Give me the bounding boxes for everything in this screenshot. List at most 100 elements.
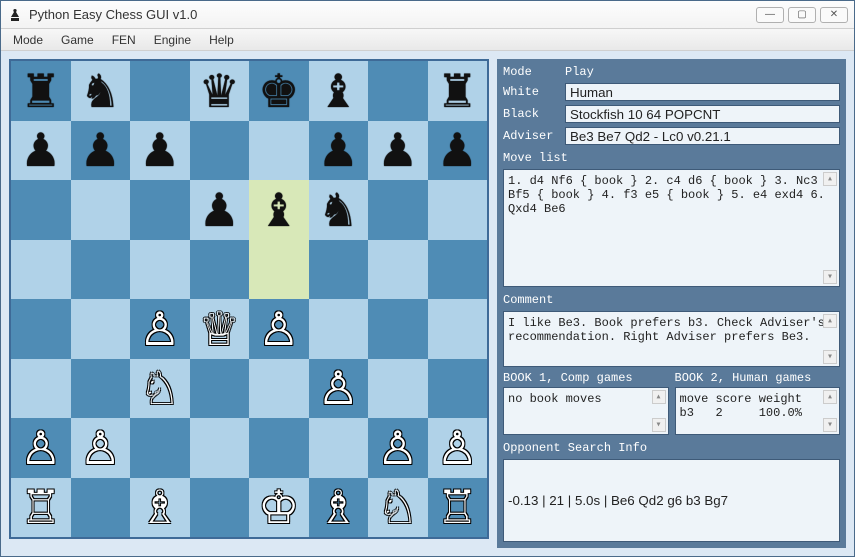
titlebar: Python Easy Chess GUI v1.0 — ▢ ✕ [1,1,854,29]
square-d7[interactable] [190,121,250,181]
square-h3[interactable] [428,359,488,419]
square-d8[interactable]: ♛ [190,61,250,121]
mode-label: Mode [503,65,559,79]
square-c5[interactable] [130,240,190,300]
square-e5[interactable] [249,240,309,300]
square-h1[interactable]: ♖ [428,478,488,538]
square-f5[interactable] [309,240,369,300]
piece-b: ♝ [258,187,299,233]
piece-q: ♛ [199,68,240,114]
square-a1[interactable]: ♖ [11,478,71,538]
black-field[interactable] [565,105,840,123]
scrollbar-icon[interactable]: ▴▾ [823,390,837,432]
movelist-box[interactable]: 1. d4 Nf6 { book } 2. c4 d6 { book } 3. … [503,169,840,287]
square-g3[interactable] [368,359,428,419]
menu-fen[interactable]: FEN [104,31,144,49]
scrollbar-icon[interactable]: ▴▾ [823,314,837,364]
white-field[interactable] [565,83,840,101]
square-a6[interactable] [11,180,71,240]
square-a7[interactable]: ♟ [11,121,71,181]
square-b5[interactable] [71,240,131,300]
square-b8[interactable]: ♞ [71,61,131,121]
square-g2[interactable]: ♙ [368,418,428,478]
square-h8[interactable]: ♜ [428,61,488,121]
menu-game[interactable]: Game [53,31,102,49]
minimize-button[interactable]: — [756,7,784,23]
scrollbar-icon[interactable]: ▴▾ [823,172,837,284]
book2-box[interactable]: move score weight b3 2 100.0% ▴▾ [675,387,841,435]
square-a2[interactable]: ♙ [11,418,71,478]
square-e6[interactable]: ♝ [249,180,309,240]
square-c8[interactable] [130,61,190,121]
square-g7[interactable]: ♟ [368,121,428,181]
comment-label: Comment [503,293,840,307]
piece-K: ♔ [258,484,299,530]
comment-box[interactable]: I like Be3. Book prefers b3. Check Advis… [503,311,840,367]
square-e4[interactable]: ♙ [249,299,309,359]
chess-board[interactable]: ♜♞♛♚♝♜♟♟♟♟♟♟♟♝♞♙♕♙♘♙♙♙♙♙♖♗♔♗♘♖ [9,59,489,539]
square-g5[interactable] [368,240,428,300]
maximize-button[interactable]: ▢ [788,7,816,23]
square-f3[interactable]: ♙ [309,359,369,419]
scrollbar-icon[interactable]: ▴▾ [652,390,666,432]
square-b2[interactable]: ♙ [71,418,131,478]
adviser-field[interactable] [565,127,840,145]
square-f6[interactable]: ♞ [309,180,369,240]
square-f2[interactable] [309,418,369,478]
square-d1[interactable] [190,478,250,538]
square-e1[interactable]: ♔ [249,478,309,538]
square-a4[interactable] [11,299,71,359]
square-b7[interactable]: ♟ [71,121,131,181]
square-d4[interactable]: ♕ [190,299,250,359]
movelist-label: Move list [503,151,840,165]
piece-P: ♙ [258,306,299,352]
piece-p: ♟ [199,187,240,233]
square-f4[interactable] [309,299,369,359]
square-c4[interactable]: ♙ [130,299,190,359]
square-h5[interactable] [428,240,488,300]
book2-label: BOOK 2, Human games [675,371,841,385]
square-b3[interactable] [71,359,131,419]
window-controls: — ▢ ✕ [756,7,848,23]
square-a5[interactable] [11,240,71,300]
square-b1[interactable] [71,478,131,538]
square-g6[interactable] [368,180,428,240]
square-g4[interactable] [368,299,428,359]
square-d6[interactable]: ♟ [190,180,250,240]
square-f7[interactable]: ♟ [309,121,369,181]
app-window: Python Easy Chess GUI v1.0 — ▢ ✕ Mode Ga… [0,0,855,557]
square-h6[interactable] [428,180,488,240]
piece-Q: ♕ [199,306,240,352]
menu-engine[interactable]: Engine [146,31,199,49]
book1-text: no book moves [508,392,602,406]
square-b4[interactable] [71,299,131,359]
menu-help[interactable]: Help [201,31,242,49]
square-e8[interactable]: ♚ [249,61,309,121]
square-g8[interactable] [368,61,428,121]
square-e3[interactable] [249,359,309,419]
square-a8[interactable]: ♜ [11,61,71,121]
square-d3[interactable] [190,359,250,419]
search-info-field[interactable] [503,459,840,542]
square-c6[interactable] [130,180,190,240]
close-button[interactable]: ✕ [820,7,848,23]
square-d5[interactable] [190,240,250,300]
square-c2[interactable] [130,418,190,478]
square-f1[interactable]: ♗ [309,478,369,538]
square-e2[interactable] [249,418,309,478]
square-b6[interactable] [71,180,131,240]
piece-B: ♗ [139,484,180,530]
square-h2[interactable]: ♙ [428,418,488,478]
square-c7[interactable]: ♟ [130,121,190,181]
square-g1[interactable]: ♘ [368,478,428,538]
square-h4[interactable] [428,299,488,359]
square-e7[interactable] [249,121,309,181]
square-f8[interactable]: ♝ [309,61,369,121]
book1-box[interactable]: no book moves ▴▾ [503,387,669,435]
menu-mode[interactable]: Mode [5,31,51,49]
square-c1[interactable]: ♗ [130,478,190,538]
square-d2[interactable] [190,418,250,478]
square-c3[interactable]: ♘ [130,359,190,419]
square-a3[interactable] [11,359,71,419]
square-h7[interactable]: ♟ [428,121,488,181]
